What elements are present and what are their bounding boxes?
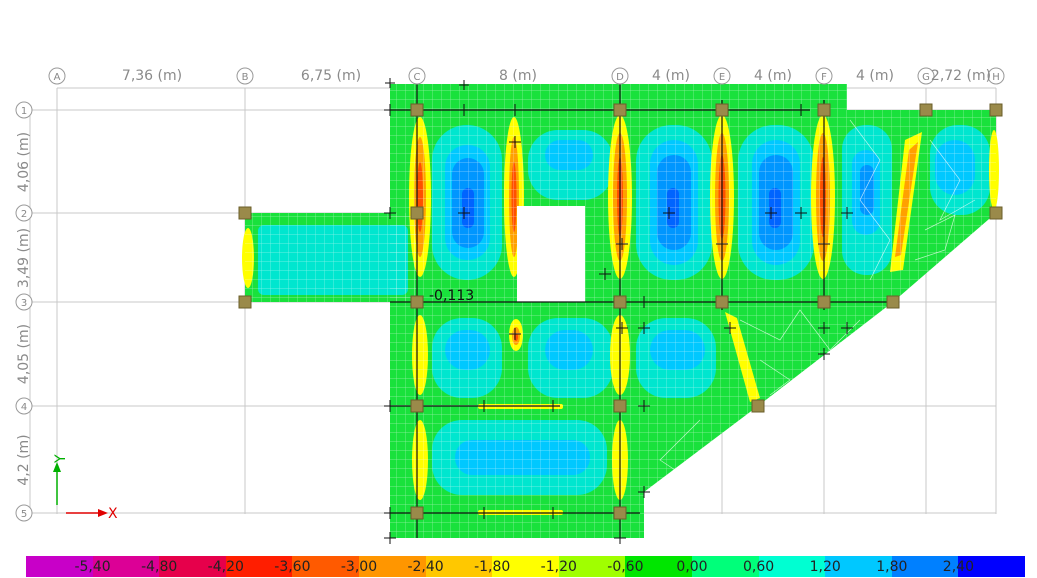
legend-label: -2,40 <box>407 559 444 575</box>
col-label-f: F <box>821 72 827 83</box>
col-label-g: G <box>922 72 930 83</box>
row-label-4: 4 <box>21 402 27 413</box>
spacing-34: 4,05 (m) <box>16 324 32 384</box>
spacing-gh: 2,72 (m) <box>931 68 991 84</box>
legend-label: 1,80 <box>876 559 908 575</box>
row-label-5: 5 <box>21 509 27 520</box>
legend-label: -3,00 <box>340 559 378 575</box>
col-label-c: C <box>414 72 421 83</box>
spacing-de: 4 (m) <box>652 68 690 84</box>
row-label-1: 1 <box>21 106 27 117</box>
row-label-3: 3 <box>21 298 27 309</box>
spacing-fg: 4 (m) <box>856 68 894 84</box>
spacing-45: 4,2 (m) <box>16 434 32 485</box>
spacing-23: 3,49 (m) <box>16 228 32 288</box>
legend-label: 1,20 <box>809 559 841 575</box>
spacing-ef: 4 (m) <box>754 68 792 84</box>
legend-label: 0,00 <box>676 559 708 575</box>
col-label-d: D <box>616 72 624 83</box>
legend-label: -1,20 <box>540 559 577 575</box>
legend-label: -5,40 <box>74 559 111 575</box>
legend-label: -0,60 <box>607 559 644 575</box>
axis-x-label: X <box>108 506 118 522</box>
axis-indicator: Y X <box>53 454 118 522</box>
col-label-b: B <box>242 72 249 83</box>
axis-y-label: Y <box>53 454 69 464</box>
col-label-a: A <box>54 72 61 83</box>
floor-plan-canvas: A B C D E F G H 1 2 3 4 5 7,36 (m) 6,75 … <box>15 67 1005 544</box>
slab-opening <box>517 206 585 302</box>
col-label-e: E <box>719 72 725 83</box>
row-label-2: 2 <box>21 209 27 220</box>
spacing-cd: 8 (m) <box>499 68 537 84</box>
legend-label: -3,60 <box>274 559 311 575</box>
value-annotation: -0,113 <box>429 288 474 304</box>
legend-label: -4,80 <box>141 559 178 575</box>
spacing-12: 4,06 (m) <box>16 132 32 192</box>
col-label-h: H <box>992 72 1000 83</box>
legend-label: -4,20 <box>207 559 244 575</box>
spacing-ab: 7,36 (m) <box>122 68 182 84</box>
legend-label: 2,40 <box>942 559 974 575</box>
legend-label: 0,60 <box>743 559 775 575</box>
legend-label: -1,80 <box>474 559 511 575</box>
spacing-bc: 6,75 (m) <box>301 68 361 84</box>
